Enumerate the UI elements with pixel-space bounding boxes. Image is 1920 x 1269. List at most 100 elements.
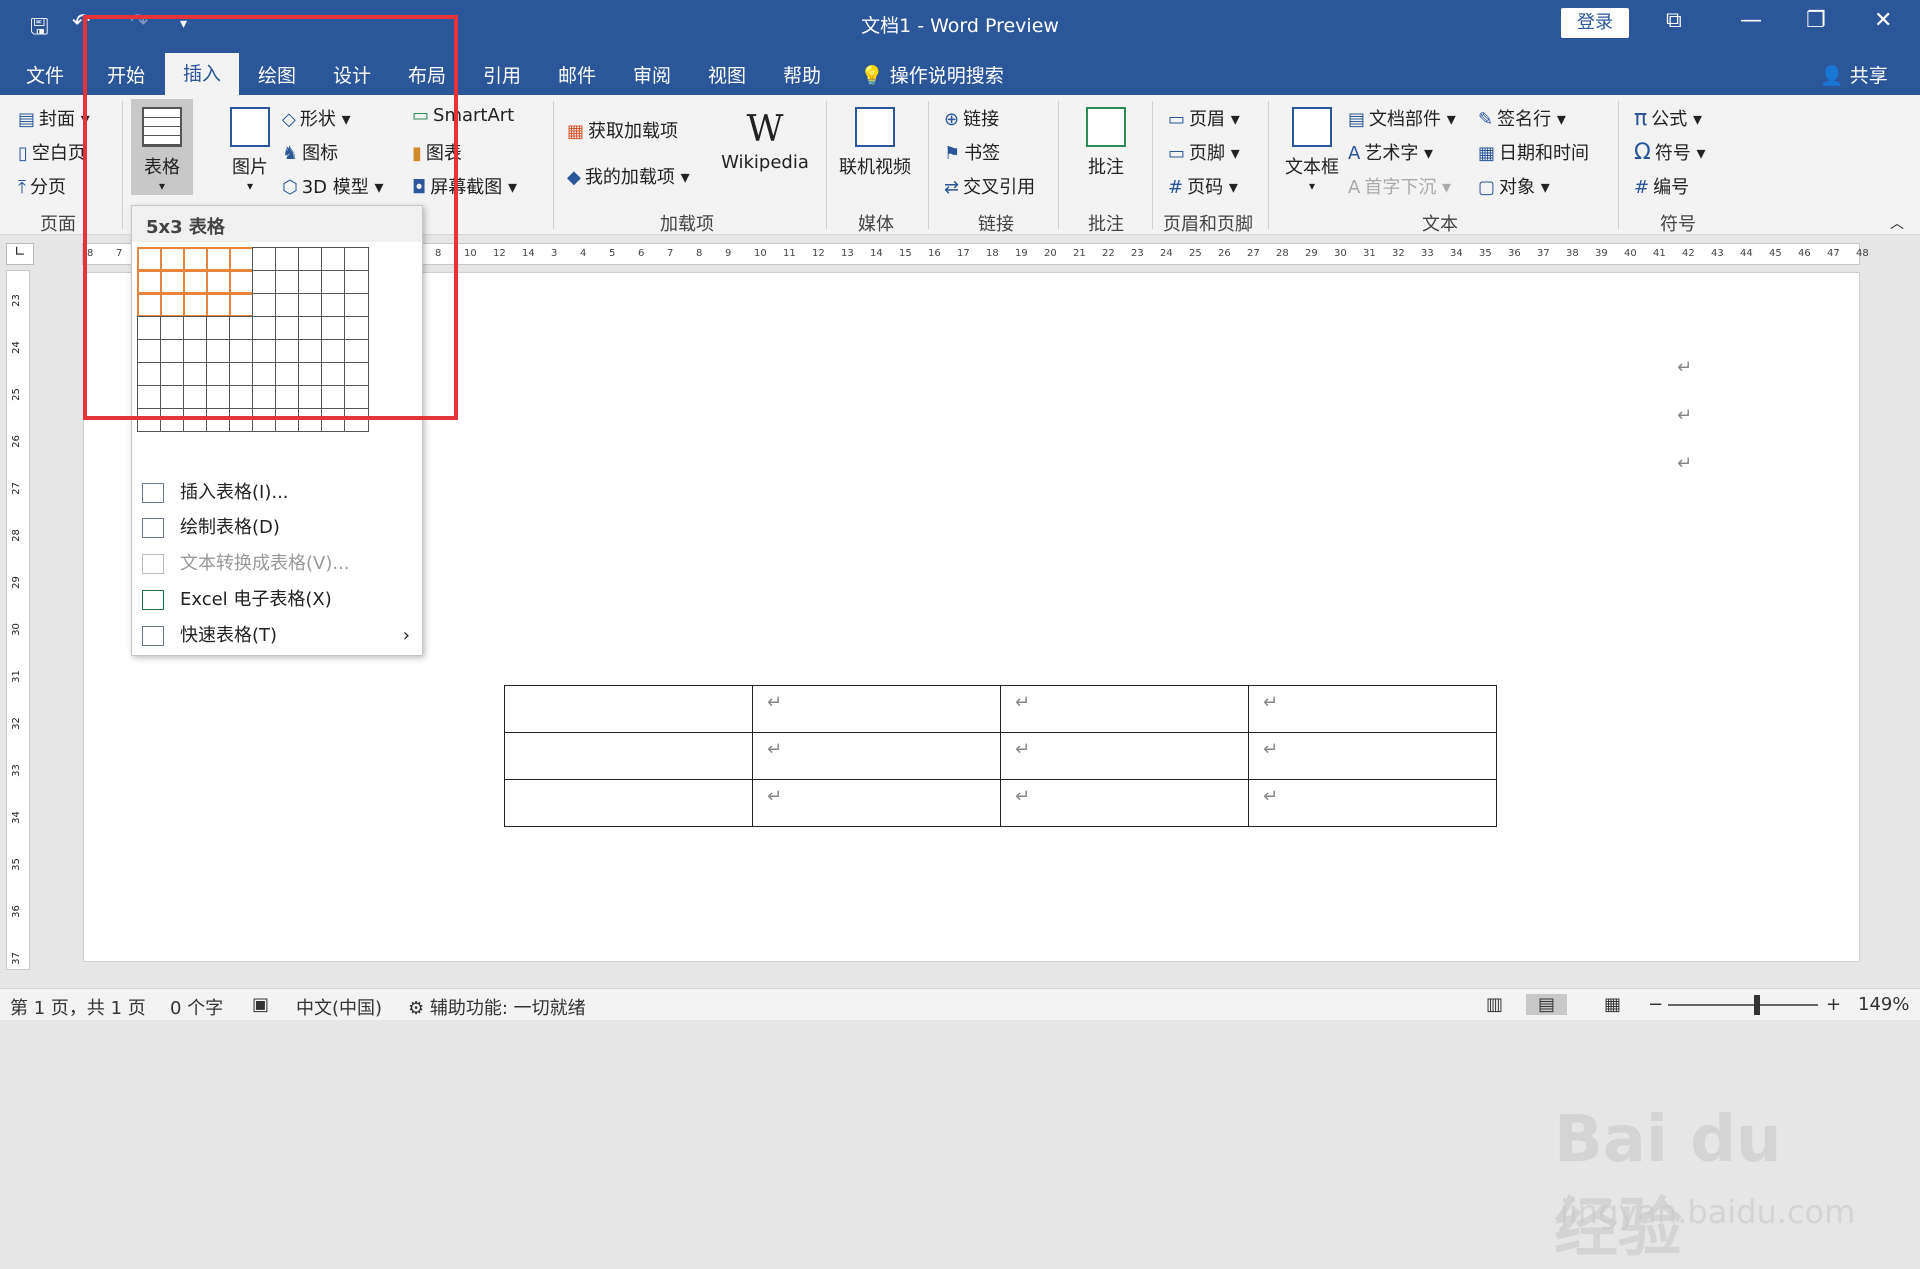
grid-cell[interactable] [321,339,346,363]
grid-cell[interactable] [160,270,185,294]
menu-draw-table[interactable]: 绘制表格(D) [132,511,422,545]
zoom-in-icon[interactable]: + [1826,994,1841,1015]
grid-cell[interactable] [160,362,185,386]
tab-selector[interactable]: ∟ [6,243,34,265]
document-table[interactable]: ↵ ↵ ↵ ↵ ↵ ↵ ↵ ↵ ↵ [504,685,1497,827]
smartart-button[interactable]: ▭ SmartArt [412,105,514,126]
share-button[interactable]: 👤 共享 [1820,61,1888,88]
shapes-button[interactable]: ◇ 形状 ▾ [282,105,351,131]
accessibility-status[interactable]: ⚙ 辅助功能: 一切就绪 [408,994,586,1020]
zoom-slider-thumb[interactable] [1754,995,1760,1015]
grid-cell[interactable] [344,270,369,294]
pictures-button[interactable]: 图片 ▾ [222,107,278,193]
tab-view[interactable]: 视图 [708,61,746,88]
tab-insert[interactable]: 插入 [165,53,239,95]
grid-cell[interactable] [137,385,162,409]
grid-cell[interactable] [275,293,300,317]
table-row[interactable]: ↵ ↵ ↵ [504,685,1497,733]
footer-button[interactable]: ▭ 页脚 ▾ [1168,139,1240,165]
grid-cell[interactable] [206,316,231,340]
tab-draw[interactable]: 绘图 [258,61,296,88]
bookmark-button[interactable]: ⚑ 书签 [944,139,1000,165]
grid-cell[interactable] [252,408,277,432]
grid-cell[interactable] [160,339,185,363]
tab-mailings[interactable]: 邮件 [558,61,596,88]
grid-cell[interactable] [252,385,277,409]
grid-cell[interactable] [298,293,323,317]
table-cell[interactable] [504,732,753,780]
chart-button[interactable]: ▮ 图表 [412,139,462,165]
ribbon-display-icon[interactable]: ⧉ [1666,8,1682,33]
blank-page-button[interactable]: ▯ 空白页 [18,139,86,165]
date-time-button[interactable]: ▦ 日期和时间 [1478,139,1589,165]
table-button[interactable]: 表格 ▾ [131,99,193,195]
table-cell[interactable]: ↵ [752,779,1001,827]
table-cell[interactable] [504,779,753,827]
grid-cell[interactable] [252,339,277,363]
grid-cell[interactable] [275,247,300,271]
grid-cell[interactable] [137,362,162,386]
grid-cell[interactable] [275,408,300,432]
page-count[interactable]: 第 1 页，共 1 页 [10,994,146,1020]
grid-cell[interactable] [252,362,277,386]
grid-cell[interactable] [206,362,231,386]
wordart-button[interactable]: A 艺术字 ▾ [1348,139,1433,165]
table-cell[interactable]: ↵ [1000,732,1249,780]
collapse-ribbon-icon[interactable]: ︿ [1890,213,1904,233]
equation-button[interactable]: π 公式 ▾ [1634,105,1702,131]
grid-cell[interactable] [298,247,323,271]
grid-cell[interactable] [229,408,254,432]
table-cell[interactable]: ↵ [1248,779,1497,827]
grid-cell[interactable] [252,293,277,317]
tab-review[interactable]: 审阅 [633,61,671,88]
read-mode-icon[interactable]: ▥ [1486,994,1503,1015]
3d-model-button[interactable]: ⬡ 3D 模型 ▾ [282,173,384,199]
grid-cell[interactable] [183,385,208,409]
grid-cell[interactable] [275,362,300,386]
grid-cell[interactable] [298,385,323,409]
grid-cell[interactable] [275,316,300,340]
grid-cell[interactable] [252,270,277,294]
grid-cell[interactable] [344,362,369,386]
grid-cell[interactable] [344,247,369,271]
grid-cell[interactable] [252,247,277,271]
grid-cell[interactable] [183,408,208,432]
grid-cell[interactable] [298,339,323,363]
grid-cell[interactable] [183,362,208,386]
symbol-button[interactable]: Ω 符号 ▾ [1634,139,1706,165]
zoom-out-icon[interactable]: − [1648,994,1663,1015]
grid-cell[interactable] [298,408,323,432]
table-row[interactable]: ↵ ↵ ↵ [504,779,1497,827]
grid-cell[interactable] [183,316,208,340]
grid-cell[interactable] [321,385,346,409]
table-cell[interactable]: ↵ [1248,685,1497,733]
grid-cell[interactable] [206,270,231,294]
grid-cell[interactable] [344,293,369,317]
wikipedia-button[interactable]: W Wikipedia [720,109,810,173]
grid-cell[interactable] [160,247,185,271]
grid-cell[interactable] [298,316,323,340]
grid-cell[interactable] [321,247,346,271]
grid-cell[interactable] [206,339,231,363]
number-button[interactable]: # 编号 [1634,173,1689,199]
zoom-slider[interactable] [1668,1004,1818,1006]
cover-page-button[interactable]: ▤ 封面 ▾ [18,105,90,131]
tab-help[interactable]: 帮助 [783,61,821,88]
grid-cell[interactable] [206,247,231,271]
grid-cell[interactable] [275,270,300,294]
grid-cell[interactable] [229,247,254,271]
tab-references[interactable]: 引用 [483,61,521,88]
menu-quick-tables[interactable]: 快速表格(T) › [132,619,422,653]
vertical-ruler[interactable]: 23 24 25 26 27 28 29 30 31 32 33 34 35 36 37 [6,270,30,970]
object-button[interactable]: ▢ 对象 ▾ [1478,173,1550,199]
restore-icon[interactable]: ❐ [1806,8,1826,33]
grid-cell[interactable] [321,293,346,317]
tab-home[interactable]: 开始 [107,61,145,88]
grid-cell[interactable] [137,339,162,363]
signature-line-button[interactable]: ✎ 签名行 ▾ [1478,105,1566,131]
web-layout-icon[interactable]: ▦ [1604,994,1621,1015]
grid-cell[interactable] [206,408,231,432]
grid-cell[interactable] [229,362,254,386]
text-box-button[interactable]: 文本框 ▾ [1280,107,1344,193]
grid-cell[interactable] [229,385,254,409]
